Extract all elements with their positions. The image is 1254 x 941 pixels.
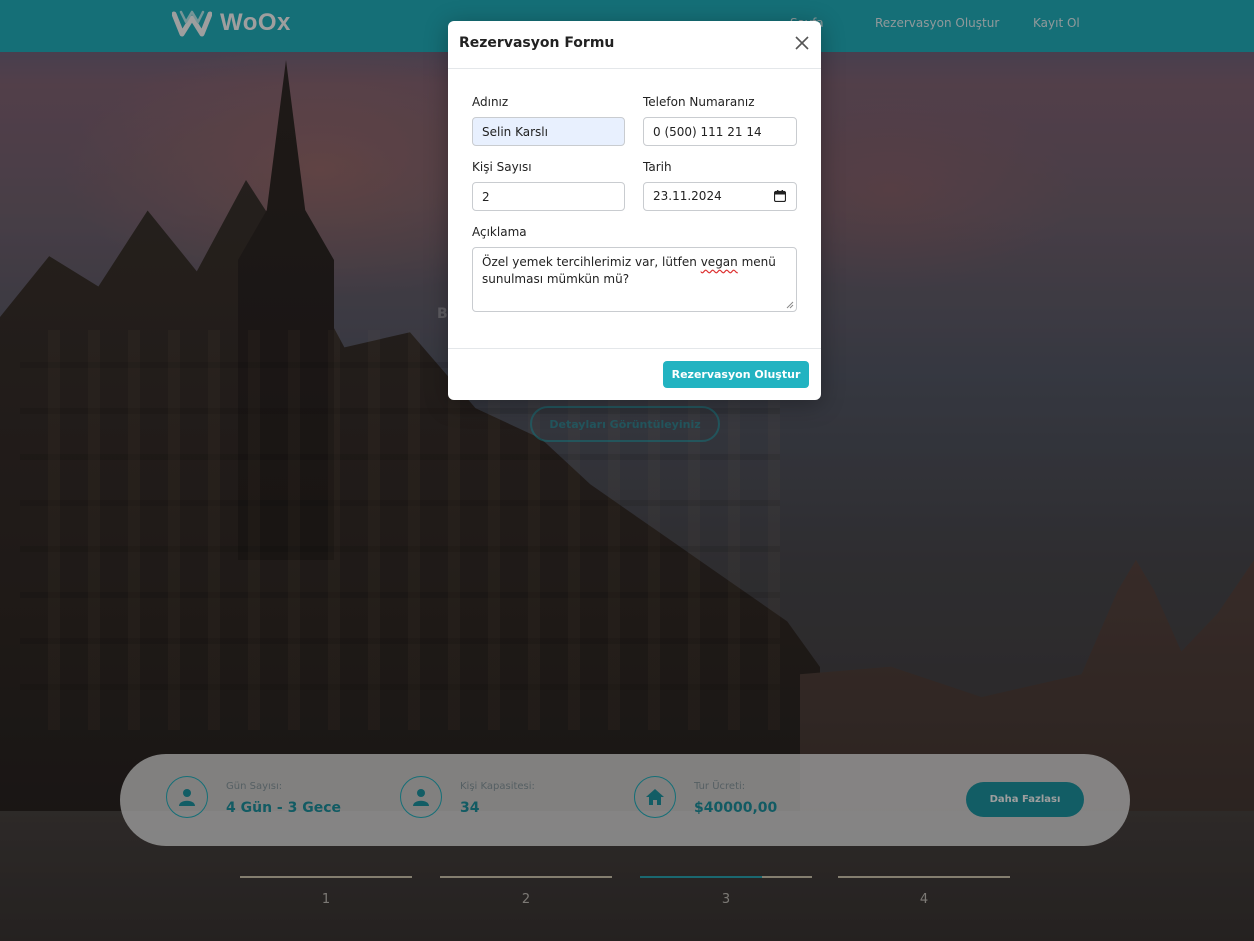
calendar-icon[interactable] xyxy=(774,190,786,202)
description-textarea[interactable]: Özel yemek tercihlerimiz var, lütfen veg… xyxy=(472,247,797,312)
modal-footer: Rezervasyon Oluştur xyxy=(448,348,821,400)
name-input[interactable] xyxy=(472,117,625,146)
date-input[interactable]: 23.11.2024 xyxy=(643,182,797,211)
phone-input[interactable] xyxy=(643,117,797,146)
date-label: Tarih xyxy=(643,160,672,174)
phone-label: Telefon Numaranız xyxy=(643,95,755,109)
guests-input[interactable] xyxy=(472,182,625,211)
close-icon[interactable] xyxy=(794,35,810,51)
guests-label: Kişi Sayısı xyxy=(472,160,532,174)
reservation-modal: Rezervasyon Formu Adınız Telefon Numaran… xyxy=(448,21,821,400)
date-value: 23.11.2024 xyxy=(653,189,722,203)
spellcheck-word: vegan xyxy=(700,255,738,269)
name-label: Adınız xyxy=(472,95,509,109)
description-label: Açıklama xyxy=(472,225,527,239)
create-reservation-button[interactable]: Rezervasyon Oluştur xyxy=(663,361,809,388)
modal-title: Rezervasyon Formu xyxy=(459,35,615,51)
resize-grip-icon[interactable] xyxy=(786,301,794,309)
modal-header: Rezervasyon Formu xyxy=(448,21,821,69)
modal-body: Adınız Telefon Numaranız Kişi Sayısı Tar… xyxy=(448,69,821,347)
